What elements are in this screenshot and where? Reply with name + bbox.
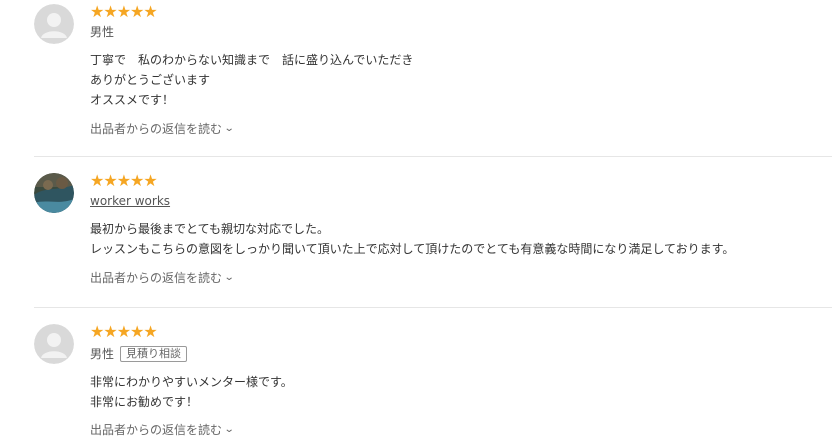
read-reply-link[interactable]: 出品者からの返信を読む ⌄	[90, 270, 235, 286]
review-text: 最初から最後までとても親切な対応でした。 レッスンもこちらの意図をしっかり聞いて…	[90, 219, 734, 259]
reviewer-name: 男性	[90, 347, 115, 361]
review-line: 非常にわかりやすいメンター様です。	[90, 375, 293, 389]
review-line: 最初から最後までとても親切な対応でした。	[90, 222, 330, 236]
review-line: ありがとうございます	[90, 73, 211, 87]
reviewer-name: 男性	[90, 25, 115, 39]
review-item: ★★★★★ 男性 見積り相談 非常にわかりやすいメンター様です。 非常にお勧めで…	[34, 324, 832, 446]
review-line: 非常にお勧めです！	[90, 395, 199, 409]
chevron-down-icon: ⌄	[223, 272, 235, 283]
read-reply-label: 出品者からの返信を読む	[90, 423, 223, 437]
default-avatar-icon	[34, 4, 74, 44]
review-line: 丁寧で 私のわからない知識まで 話に盛り込んでいただき	[90, 53, 414, 67]
default-avatar-icon	[34, 324, 74, 364]
chevron-down-icon: ⌄	[223, 123, 235, 134]
chevron-down-icon: ⌄	[223, 424, 235, 435]
review-text: 非常にわかりやすいメンター様です。 非常にお勧めです！	[90, 372, 293, 412]
review-divider	[34, 156, 832, 157]
review-text: 丁寧で 私のわからない知識まで 話に盛り込んでいただき ありがとうございます オ…	[90, 50, 413, 110]
star-rating: ★★★★★	[90, 171, 158, 190]
review-item: ★★★★★ 男性 丁寧で 私のわからない知識まで 話に盛り込んでいただき ありが…	[34, 4, 832, 154]
star-rating: ★★★★★	[90, 2, 158, 21]
review-item: ★★★★★ worker works 最初から最後までとても親切な対応でした。 …	[34, 173, 832, 303]
read-reply-label: 出品者からの返信を読む	[90, 122, 223, 136]
review-divider	[34, 307, 832, 308]
star-rating: ★★★★★	[90, 322, 158, 341]
review-line: オススメです！	[90, 93, 175, 107]
read-reply-label: 出品者からの返信を読む	[90, 271, 223, 285]
read-reply-link[interactable]: 出品者からの返信を読む ⌄	[90, 422, 235, 438]
reviewer-meta: 男性	[90, 24, 114, 40]
service-type-badge: 見積り相談	[120, 346, 188, 362]
review-line: レッスンもこちらの意図をしっかり聞いて頂いた上で応対して頂けたのでとても有意義な…	[90, 242, 735, 256]
read-reply-link[interactable]: 出品者からの返信を読む ⌄	[90, 121, 235, 137]
reviewer-name-link[interactable]: worker works	[90, 193, 170, 209]
reviewer-meta: 男性 見積り相談	[90, 346, 188, 362]
reviewer-meta: worker works	[90, 193, 170, 209]
user-photo-avatar	[34, 173, 74, 213]
